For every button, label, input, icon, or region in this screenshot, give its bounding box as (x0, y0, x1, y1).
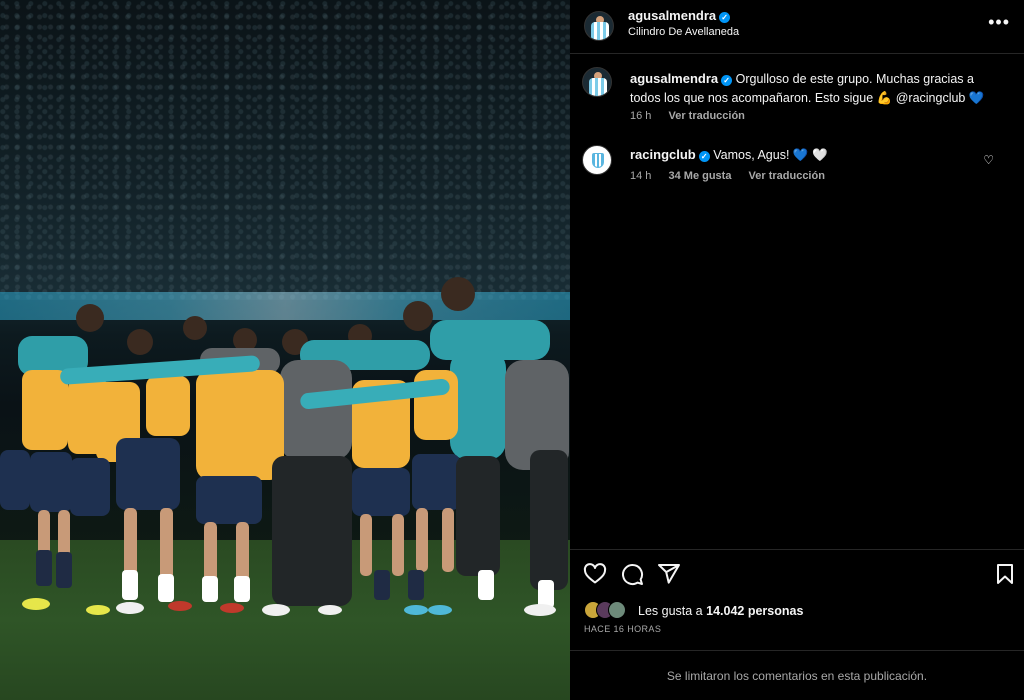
racingclub-avatar[interactable] (582, 145, 612, 175)
comment-text: Vamos, Agus! 💙 🤍 (713, 148, 828, 162)
post-caption: agusalmendra ✓ Orgulloso de este grupo. M… (582, 67, 1002, 127)
likes-count[interactable]: 14.042 personas (706, 604, 803, 618)
comment-timestamp: 14 h (630, 170, 652, 182)
send-icon[interactable] (657, 562, 681, 586)
comment-meta: 14 h 34 Me gusta Ver traducción (630, 170, 839, 182)
stadium-crowd (0, 0, 570, 300)
post-actions: Les gusta a 14.042 personas HACE 16 HORA… (570, 549, 1024, 650)
post-image[interactable] (0, 0, 570, 700)
team-huddle-illustration (0, 277, 569, 616)
caption-timestamp: 16 h (630, 110, 652, 122)
comment-likes-count[interactable]: 34 Me gusta (668, 170, 731, 182)
verified-badge-icon: ✓ (721, 75, 733, 86)
comment-translate-link[interactable]: Ver traducción (749, 170, 825, 182)
racing-shield-logo (592, 153, 604, 168)
caption-author-username[interactable]: agusalmendra (630, 71, 718, 86)
comment-author-username[interactable]: racingclub (630, 147, 696, 162)
heart-icon[interactable] (583, 562, 607, 586)
comment-like-heart-icon[interactable]: ♡ (983, 153, 994, 167)
likes-summary[interactable]: Les gusta a 14.042 personas (638, 604, 803, 618)
caption-author-avatar[interactable] (582, 67, 612, 97)
post-details-panel: agusalmendra ✓ Cilindro De Avellaneda •••… (570, 0, 1024, 700)
liker-avatar (608, 601, 626, 619)
caption-meta: 16 h Ver traducción (630, 110, 759, 122)
author-username[interactable]: agusalmendra (628, 8, 716, 23)
post-location[interactable]: Cilindro De Avellaneda (628, 26, 739, 38)
post-time-ago: HACE 16 HORAS (584, 624, 662, 634)
comments-limited-notice: Se limitaron los comentarios en esta pub… (570, 650, 1024, 700)
liked-by-avatars[interactable] (584, 601, 634, 621)
comment-item: racingclub ✓ Vamos, Agus! 💙 🤍 14 h 34 Me … (582, 145, 1002, 190)
author-avatar[interactable] (584, 11, 614, 41)
comment-icon[interactable] (620, 562, 644, 586)
verified-badge-icon: ✓ (719, 12, 731, 23)
more-options-icon[interactable]: ••• (988, 12, 1010, 33)
post-header: agusalmendra ✓ Cilindro De Avellaneda ••• (570, 0, 1024, 54)
verified-badge-icon: ✓ (698, 151, 710, 162)
caption-translate-link[interactable]: Ver traducción (668, 110, 744, 122)
bookmark-icon[interactable] (993, 562, 1017, 586)
